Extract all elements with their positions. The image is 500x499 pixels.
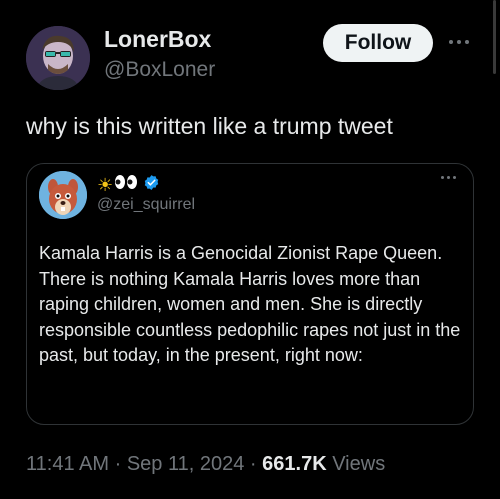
author-display-name[interactable]: LonerBox: [104, 26, 211, 53]
tweet-metadata: 11:41 AM · Sep 11, 2024 · 661.7K Views: [26, 453, 385, 476]
views-count: 661.7K: [262, 453, 327, 475]
tweet-time[interactable]: 11:41 AM: [26, 453, 109, 475]
author-avatar[interactable]: [26, 26, 90, 90]
meta-separator: ·: [249, 453, 257, 475]
avatar-image: [26, 26, 90, 90]
meta-separator: ·: [114, 453, 122, 475]
ellipsis-icon: [441, 176, 444, 179]
quoted-avatar[interactable]: [39, 171, 87, 219]
views-label: Views: [332, 453, 386, 475]
tweet-text: why is this written like a trump tweet: [26, 113, 393, 139]
sun-emoji: ☀: [97, 175, 114, 195]
quoted-more-icon[interactable]: [441, 176, 456, 179]
tweet-page: LonerBox @BoxLoner Follow why is this wr…: [0, 0, 500, 499]
ellipsis-icon: [453, 176, 456, 179]
follow-button[interactable]: Follow: [323, 24, 433, 62]
squirrel-avatar-image: [39, 171, 87, 219]
ellipsis-icon: [457, 40, 461, 44]
eyes-icon: [115, 175, 138, 189]
quoted-tweet-text: Kamala Harris is a Genocidal Zionist Rap…: [39, 243, 461, 365]
quoted-display-name[interactable]: ☀: [97, 174, 160, 196]
tweet-date[interactable]: Sep 11, 2024: [127, 453, 245, 475]
ellipsis-icon: [449, 40, 453, 44]
quoted-tweet[interactable]: ☀ @zei_squirrel Kamala Harris is a Genoc…: [26, 163, 474, 425]
scrollbar[interactable]: [493, 0, 496, 74]
ellipsis-icon: [447, 176, 450, 179]
author-handle[interactable]: @BoxLoner: [104, 58, 215, 82]
ellipsis-icon: [465, 40, 469, 44]
more-options-button[interactable]: [444, 30, 474, 54]
eyes-emoji: [114, 174, 138, 196]
verified-badge-icon: [143, 174, 160, 196]
quoted-handle[interactable]: @zei_squirrel: [97, 196, 195, 214]
